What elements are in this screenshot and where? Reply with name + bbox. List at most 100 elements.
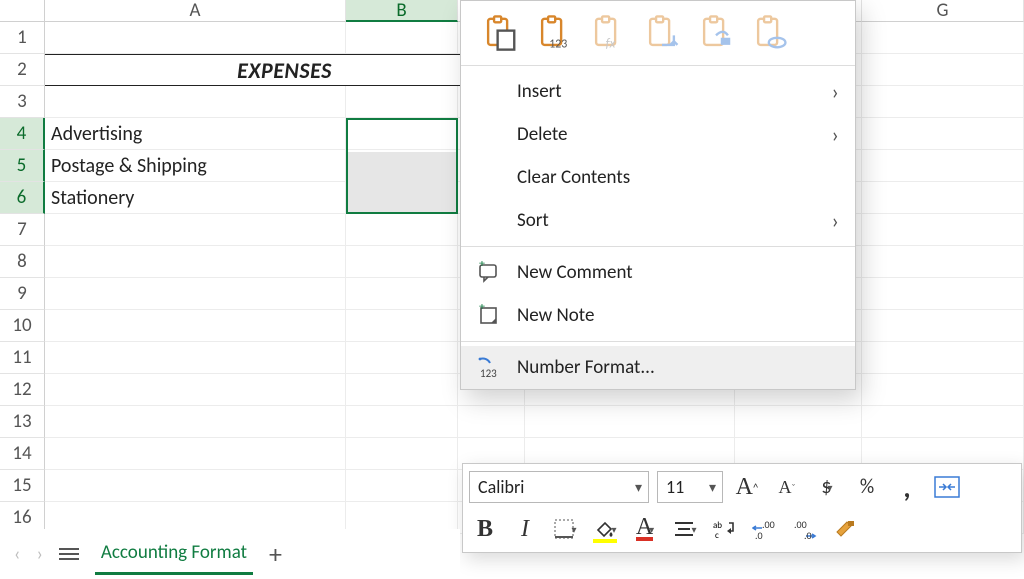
col-header-G[interactable]: G [862, 0, 1024, 22]
cell[interactable] [862, 214, 1024, 246]
cell[interactable] [862, 182, 1024, 214]
cell[interactable] [346, 86, 458, 118]
fill-color-button[interactable]: ▾ [589, 513, 621, 545]
row-header[interactable]: 3 [0, 86, 45, 118]
cell[interactable] [346, 374, 458, 406]
cell[interactable] [346, 342, 458, 374]
sheet-tab-active[interactable]: Accounting Format [95, 533, 253, 575]
row-header[interactable]: 2 [0, 54, 45, 86]
menu-delete[interactable]: Delete› [461, 113, 855, 156]
cell[interactable] [862, 374, 1024, 406]
menu-insert[interactable]: Insert› [461, 70, 855, 113]
cell[interactable] [735, 406, 862, 438]
menu-clear-contents[interactable]: Clear Contents [461, 156, 855, 199]
col-header-A[interactable]: A [45, 0, 346, 22]
row-header[interactable]: 11 [0, 342, 45, 374]
cell[interactable] [45, 22, 346, 54]
row-header[interactable]: 5 [0, 150, 45, 182]
cell[interactable] [862, 278, 1024, 310]
cell[interactable] [346, 246, 458, 278]
row-header[interactable]: 14 [0, 438, 45, 470]
cell[interactable] [862, 54, 1024, 86]
cell[interactable] [45, 374, 346, 406]
cell[interactable] [346, 150, 458, 182]
align-center-button[interactable]: ▾ [669, 513, 701, 545]
grow-font-button[interactable]: A^ [731, 471, 763, 503]
accounting-format-button[interactable]: $▾ [811, 471, 843, 503]
row-header[interactable]: 13 [0, 406, 45, 438]
merged-title-cell[interactable]: EXPENSES [45, 54, 525, 86]
cell[interactable] [346, 278, 458, 310]
row-header[interactable]: 9 [0, 278, 45, 310]
font-size-select[interactable]: 11▾ [657, 471, 723, 503]
font-color-button[interactable]: A▾ [629, 513, 661, 545]
paste-link-icon[interactable] [745, 11, 795, 55]
increase-decimal-button[interactable]: .00.0 [749, 513, 781, 545]
row-header[interactable]: 10 [0, 310, 45, 342]
select-all-corner[interactable] [0, 0, 45, 22]
next-sheet-button[interactable]: › [36, 543, 42, 566]
shrink-font-button[interactable]: Aˇ [771, 471, 803, 503]
paste-values-icon[interactable]: 123 [529, 11, 579, 55]
row-header[interactable]: 1 [0, 22, 45, 54]
cell[interactable] [346, 470, 458, 502]
row-header[interactable]: 7 [0, 214, 45, 246]
cell-A6[interactable]: Stationery [45, 182, 346, 214]
italic-button[interactable]: I [509, 513, 541, 545]
paste-icon[interactable] [475, 11, 525, 55]
borders-button[interactable]: ▾ [549, 513, 581, 545]
row-header[interactable]: 4 [0, 118, 45, 150]
format-painter-button[interactable] [829, 513, 861, 545]
cell[interactable] [862, 118, 1024, 150]
decrease-decimal-button[interactable]: .00.0 [789, 513, 821, 545]
cell[interactable] [346, 118, 458, 150]
cell[interactable] [45, 438, 346, 470]
prev-sheet-button[interactable]: ‹ [14, 543, 20, 566]
col-header-B[interactable]: B [346, 0, 458, 22]
cell[interactable] [862, 246, 1024, 278]
cell[interactable] [862, 406, 1024, 438]
cell[interactable] [45, 310, 346, 342]
row-header[interactable]: 15 [0, 470, 45, 502]
cell[interactable] [45, 278, 346, 310]
percent-format-button[interactable]: % [851, 471, 883, 503]
cell[interactable] [45, 406, 346, 438]
cell[interactable] [346, 22, 458, 54]
cell[interactable] [862, 86, 1024, 118]
row-header[interactable]: 6 [0, 182, 45, 214]
paste-formulas-icon[interactable]: fx [583, 11, 633, 55]
cell[interactable] [862, 22, 1024, 54]
menu-sort[interactable]: Sort› [461, 199, 855, 242]
cell[interactable] [45, 470, 346, 502]
cell[interactable] [45, 246, 346, 278]
menu-number-format[interactable]: 123 Number Format... [461, 346, 855, 389]
menu-new-note[interactable]: + New Note [461, 294, 855, 337]
cell[interactable] [346, 214, 458, 246]
font-name-select[interactable]: Calibri▾ [469, 471, 649, 503]
row-header[interactable]: 8 [0, 246, 45, 278]
paste-transpose-icon[interactable] [637, 11, 687, 55]
bold-button[interactable]: B [469, 513, 501, 545]
comma-format-button[interactable]: , [891, 471, 923, 503]
row-header[interactable]: 12 [0, 374, 45, 406]
cell[interactable] [862, 150, 1024, 182]
paste-formatting-icon[interactable] [691, 11, 741, 55]
all-sheets-button[interactable] [59, 548, 79, 560]
cell[interactable] [45, 342, 346, 374]
cell[interactable] [862, 310, 1024, 342]
cell[interactable] [346, 438, 458, 470]
cell[interactable] [525, 406, 735, 438]
menu-new-comment[interactable]: + New Comment [461, 251, 855, 294]
merge-center-button[interactable] [931, 471, 963, 503]
cell-A5[interactable]: Postage & Shipping [45, 150, 346, 182]
add-sheet-button[interactable]: + [269, 538, 282, 570]
cell[interactable] [346, 406, 458, 438]
cell[interactable] [346, 310, 458, 342]
cell[interactable] [458, 406, 525, 438]
cell[interactable] [862, 342, 1024, 374]
cell[interactable] [45, 214, 346, 246]
cell[interactable] [346, 182, 458, 214]
cell-A4[interactable]: Advertising [45, 118, 346, 150]
cell[interactable] [45, 86, 346, 118]
wrap-text-button[interactable]: abc [709, 513, 741, 545]
